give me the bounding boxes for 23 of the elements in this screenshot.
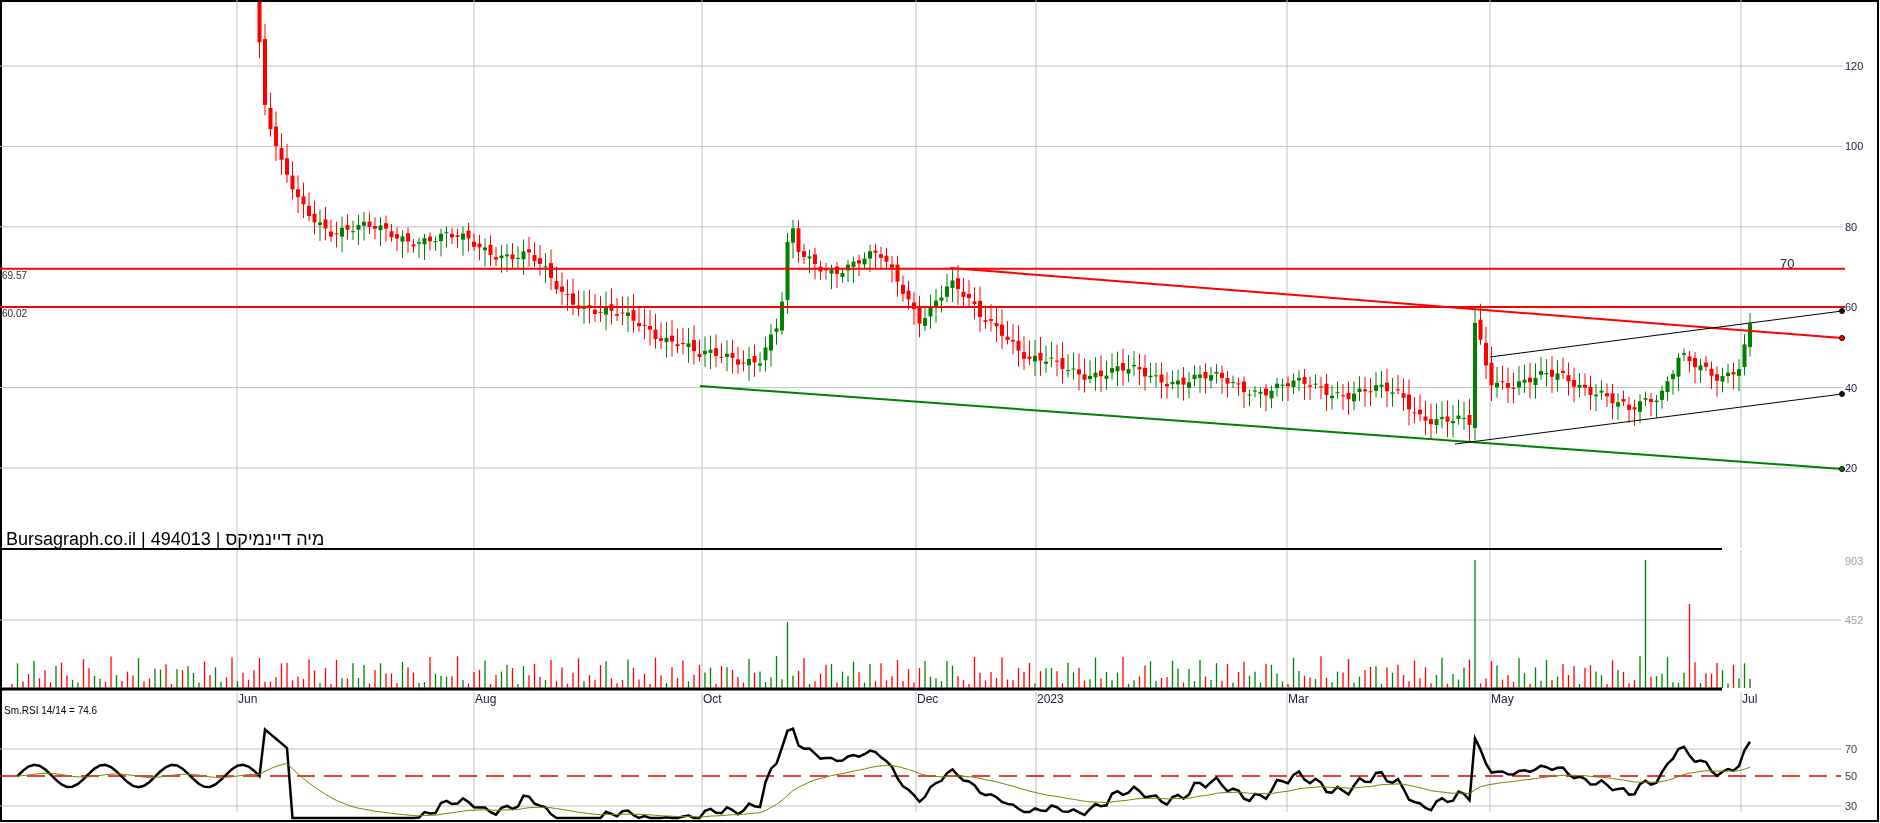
axis-label: Oct bbox=[703, 692, 722, 706]
axis-label: 30 bbox=[1845, 800, 1858, 812]
target-label: 70 bbox=[1780, 256, 1795, 271]
axis-label: 100 bbox=[1845, 140, 1864, 153]
axis-label: 452 bbox=[1845, 614, 1864, 626]
indicator-legend: Sm.RSI 14/14 = 74.6 bbox=[4, 705, 98, 716]
axis-label: 70 bbox=[1845, 743, 1858, 755]
axis-label: Mar bbox=[1288, 692, 1309, 706]
axis-label: 2023 bbox=[1037, 692, 1064, 706]
axis-label: 903 bbox=[1845, 555, 1864, 567]
axis-label: 80 bbox=[1845, 220, 1858, 233]
level-label: 69.57 bbox=[2, 269, 28, 281]
level-label: 60.02 bbox=[2, 308, 28, 320]
axis-label: Dec bbox=[917, 692, 939, 706]
axis-label: 120 bbox=[1845, 60, 1864, 72]
axis-label: 50 bbox=[1845, 770, 1858, 782]
axis-label: 40 bbox=[1845, 381, 1858, 394]
axis-label: 20 bbox=[1845, 462, 1858, 474]
axis-label: May bbox=[1491, 692, 1514, 706]
axis-label: Aug bbox=[475, 692, 497, 706]
axis-label: Jun bbox=[238, 692, 258, 706]
axis-label: 60 bbox=[1845, 301, 1858, 314]
axis-label: Jul bbox=[1742, 692, 1758, 706]
